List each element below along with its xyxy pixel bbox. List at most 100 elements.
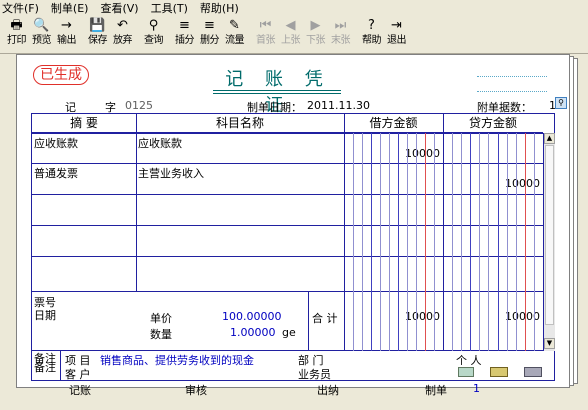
scroll-down-icon[interactable]: ▼ — [544, 338, 555, 349]
toolbar-button[interactable]: ⇥ 退出 — [384, 18, 409, 52]
row-divider — [32, 256, 543, 257]
help-icon: ? — [368, 18, 375, 33]
total-credit: 10000 — [505, 310, 540, 323]
unit-price-value[interactable]: 100.00000 — [222, 310, 282, 323]
toolbar-button[interactable]: 🖶 打印 — [4, 18, 29, 52]
unit-value: ge — [282, 326, 296, 339]
digit-line — [516, 133, 517, 351]
attachment-search-icon[interactable]: ⚲ — [555, 97, 567, 109]
toolbar-button[interactable]: ⏭ 末张 — [328, 18, 353, 52]
voucher-panel: 已生成 记 账 凭 证 记 字 0125 制单日期： 2011.11.30 附单… — [16, 54, 570, 397]
export-icon: → — [61, 18, 72, 33]
toolbar-button-label: 放弃 — [113, 35, 133, 46]
row-credit[interactable]: 10000 — [462, 177, 540, 190]
calculator-icon[interactable] — [524, 367, 542, 377]
toolbar-button-label: 输出 — [57, 35, 77, 46]
toolbar-button[interactable]: 💾 保存 — [85, 18, 110, 52]
digit-line — [488, 133, 489, 351]
card-icon[interactable] — [458, 367, 474, 377]
digit-line — [362, 133, 363, 351]
grid-scrollbar[interactable]: ▲ ▼ — [543, 133, 555, 351]
digit-line — [479, 133, 480, 351]
row-summary[interactable]: 应收账款 — [34, 135, 78, 151]
col-credit: 贷方金额 — [443, 114, 543, 133]
salesperson-label: 业务员 — [298, 368, 331, 381]
digit-line — [398, 133, 399, 351]
insert-row-icon: ≡ — [179, 18, 190, 33]
menu-item[interactable]: 制单(E) — [51, 0, 89, 16]
digit-line — [507, 133, 508, 351]
toolbar-button-label: 查询 — [144, 35, 164, 46]
row-account[interactable]: 主营业务收入 — [138, 165, 204, 181]
person-label: 个 人 — [456, 354, 482, 367]
voucher-date[interactable]: 2011.11.30 — [307, 99, 370, 112]
toolbar-button[interactable]: ◀ 上张 — [278, 18, 303, 52]
remarks-label: 备注 — [34, 361, 56, 374]
dotted-line — [477, 76, 547, 77]
toolbar-button[interactable]: ↶ 放弃 — [110, 18, 135, 52]
col-summary: 摘 要 — [32, 114, 136, 133]
digit-line — [461, 133, 462, 351]
toolbar-button[interactable]: ✎ 流量 — [222, 18, 247, 52]
col-debit: 借方金额 — [344, 114, 443, 133]
row-debit[interactable]: 10000 — [362, 147, 440, 160]
menu-item[interactable]: 查看(V) — [100, 0, 138, 16]
date-field-label: 日期 — [34, 309, 56, 322]
row-divider — [32, 133, 543, 134]
toolbar-button[interactable]: ? 帮助 — [359, 18, 384, 52]
prev-icon: ◀ — [285, 18, 296, 33]
digit-line — [434, 133, 435, 351]
row-summary[interactable]: 普通发票 — [34, 165, 78, 181]
row-account[interactable]: 应收账款 — [138, 135, 182, 151]
digit-line — [416, 133, 417, 351]
quantity-value[interactable]: 1.00000 — [230, 326, 276, 339]
voucher-grid: 摘 要 科目名称 借方金额 贷方金额 应收账款 应收账款 10000 普通发票 … — [31, 113, 555, 365]
toolbar-button[interactable]: ⏮ 首张 — [253, 18, 278, 52]
digit-line — [452, 133, 453, 351]
scroll-thumb[interactable] — [545, 145, 554, 325]
binoculars-icon: ⚲ — [148, 18, 159, 33]
toolbar-button[interactable]: 🔍 预览 — [29, 18, 54, 52]
toolbar-button-label: 上张 — [281, 35, 301, 46]
menu-item[interactable]: 工具(T) — [151, 0, 188, 16]
row-divider — [32, 291, 543, 292]
toolbar-button[interactable]: ≡ 插分 — [172, 18, 197, 52]
generated-stamp: 已生成 — [33, 65, 89, 85]
digit-line — [534, 133, 535, 351]
toolbar-button[interactable]: → 输出 — [54, 18, 79, 52]
menu-item[interactable]: 帮助(H) — [200, 0, 239, 16]
toolbar-button[interactable]: ⚲ 查询 — [141, 18, 166, 52]
scroll-up-icon[interactable]: ▲ — [544, 133, 555, 144]
voucher-number[interactable]: 0125 — [125, 99, 153, 112]
row-divider — [32, 194, 543, 195]
project-value[interactable]: 销售商品、提供劳务收到的现金 — [100, 352, 254, 368]
toolbar-button-label: 末张 — [331, 35, 351, 46]
menu-bar: 文件(F) 制单(E) 查看(V) 工具(T) 帮助(H) — [0, 0, 588, 16]
audit-label: 审核 — [185, 384, 207, 397]
toolbar-button-label: 打印 — [7, 35, 27, 46]
toolbar-button-label: 删分 — [200, 35, 220, 46]
total-debit: 10000 — [405, 310, 440, 323]
exit-icon: ⇥ — [391, 18, 402, 33]
maker-label: 制单 — [425, 384, 447, 397]
title-underline — [213, 90, 341, 91]
digit-line — [425, 133, 426, 351]
digit-line — [353, 133, 354, 351]
column-divider — [136, 114, 137, 292]
menu-item[interactable]: 文件(F) — [2, 0, 39, 16]
maker-value: 1 — [473, 382, 480, 395]
toolbar: 🖶 打印 🔍 预览 → 输出 💾 保存 ↶ 放弃 ⚲ 查询 ≡ 插分 ≡ 删分 ✎ 流量 ⏮ 首张 ◀ 上张 ▶ 下张 ⏭ 末张?… — [0, 16, 588, 54]
last-icon: ⏭ — [334, 18, 347, 33]
digit-line — [380, 133, 381, 351]
toolbar-button[interactable]: ≡ 删分 — [197, 18, 222, 52]
preview-icon: 🔍 — [33, 18, 50, 33]
column-divider — [443, 114, 444, 351]
toolbar-button[interactable]: ▶ 下张 — [303, 18, 328, 52]
next-icon: ▶ — [310, 18, 321, 33]
toolbar-button-label: 插分 — [175, 35, 195, 46]
column-divider — [344, 114, 345, 351]
digit-line — [371, 133, 372, 351]
toolbar-button-label: 下张 — [306, 35, 326, 46]
digit-line — [407, 133, 408, 351]
contact-icon[interactable] — [490, 367, 508, 377]
